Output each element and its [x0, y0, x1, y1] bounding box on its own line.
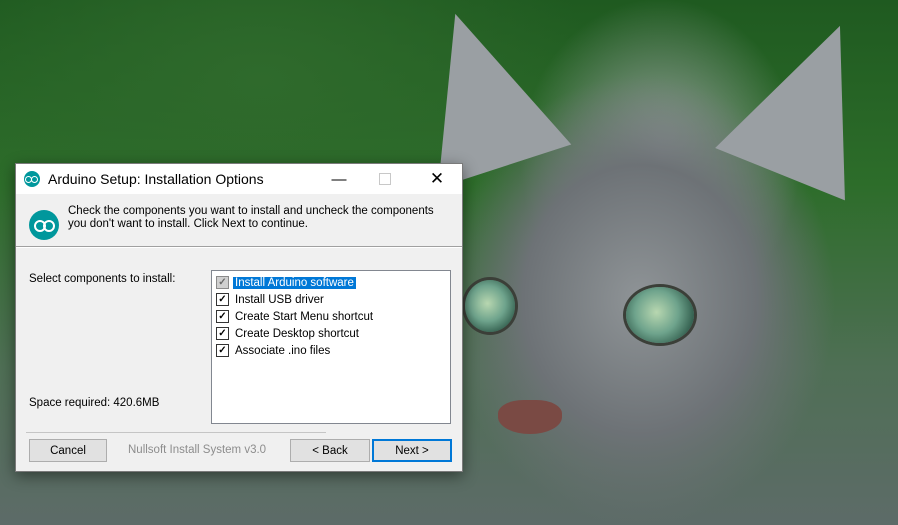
cancel-button[interactable]: Cancel — [29, 439, 107, 462]
list-item[interactable]: ✓ Associate .ino files — [212, 342, 450, 359]
maximize-icon — [379, 173, 391, 185]
list-item-label: Associate .ino files — [235, 344, 331, 357]
maximize-button[interactable] — [362, 164, 408, 194]
list-item[interactable]: ✓ Create Start Menu shortcut — [212, 308, 450, 325]
title-bar[interactable]: Arduino Setup: Installation Options — ✕ — [16, 164, 462, 194]
minimize-button[interactable]: — — [316, 164, 362, 194]
list-item-label: Install Arduino software — [233, 276, 356, 289]
list-item[interactable]: ✓ Create Desktop shortcut — [212, 325, 450, 342]
checkbox-create-start-menu-shortcut[interactable]: ✓ — [216, 310, 229, 323]
cat-nose — [498, 400, 562, 434]
list-item[interactable]: ✓ Install USB driver — [212, 291, 450, 308]
cat-eye-left — [465, 280, 515, 332]
checkbox-install-arduino-software: ✓ — [216, 276, 229, 289]
components-list[interactable]: ✓ Install Arduino software ✓ Install USB… — [211, 270, 451, 424]
checkbox-create-desktop-shortcut[interactable]: ✓ — [216, 327, 229, 340]
close-button[interactable]: ✕ — [414, 164, 460, 194]
space-required-text: Space required: 420.6MB — [29, 397, 160, 409]
list-item-label: Create Desktop shortcut — [235, 327, 360, 340]
header-separator — [16, 246, 462, 248]
next-button[interactable]: Next > — [372, 439, 452, 462]
list-item[interactable]: ✓ Install Arduino software — [212, 274, 450, 291]
cat-eye-right — [626, 287, 694, 343]
arduino-app-icon — [24, 171, 40, 187]
list-item-label: Create Start Menu shortcut — [235, 310, 374, 323]
checkbox-install-usb-driver[interactable]: ✓ — [216, 293, 229, 306]
checkbox-associate-ino-files[interactable]: ✓ — [216, 344, 229, 357]
components-label: Select components to install: — [29, 273, 176, 285]
back-button[interactable]: < Back — [290, 439, 370, 462]
window-title: Arduino Setup: Installation Options — [48, 171, 264, 187]
dialog-header: Check the components you want to install… — [16, 194, 462, 246]
header-description: Check the components you want to install… — [68, 205, 434, 230]
installer-dialog: Arduino Setup: Installation Options — ✕ … — [15, 163, 463, 472]
footer-separator — [26, 432, 326, 433]
list-item-label: Install USB driver — [235, 293, 324, 306]
arduino-logo-icon — [29, 210, 59, 240]
nsis-branding-text: Nullsoft Install System v3.0 — [128, 444, 267, 456]
